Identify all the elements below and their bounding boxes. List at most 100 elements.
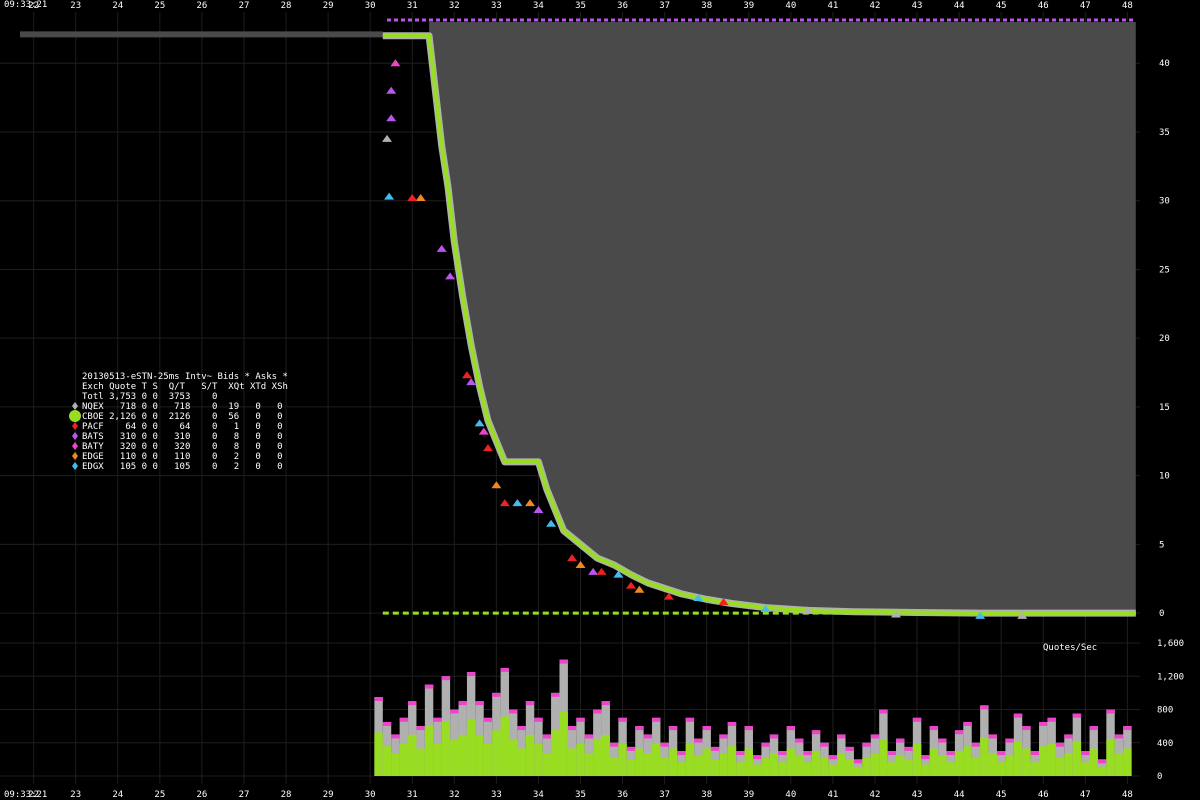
x-tick-label-bottom: 46	[1038, 790, 1049, 800]
x-tick-label-bottom: 25	[154, 790, 165, 800]
bar-cboe	[1055, 757, 1065, 776]
bar-baty	[626, 746, 636, 751]
bar-baty	[1047, 717, 1056, 722]
bar-baty	[929, 726, 939, 731]
bar-baty	[424, 684, 434, 689]
bar-baty	[1072, 713, 1082, 718]
x-tick-label-bottom: 47	[1080, 790, 1091, 800]
bar-cboe	[719, 753, 728, 776]
bar-baty	[408, 701, 417, 706]
bar-cboe	[912, 743, 922, 776]
x-tick-label-top: 25	[154, 1, 165, 11]
bar-cboe	[811, 750, 821, 776]
x-tick-label-bottom: 38	[701, 790, 712, 800]
bar-cboe	[466, 718, 476, 776]
bar-baty	[946, 751, 955, 756]
bar-cboe	[1081, 762, 1090, 776]
bar-cboe	[1030, 762, 1040, 776]
bar-baty	[719, 734, 728, 739]
bar-baty	[500, 667, 510, 672]
bar-cboe	[727, 746, 737, 776]
legend-swatch-edge	[72, 452, 78, 460]
bar-cboe	[475, 734, 484, 776]
bar-cboe	[399, 743, 409, 776]
bar-baty	[1081, 751, 1090, 756]
bar-baty	[534, 717, 543, 722]
y-tick-label-quotes: 0	[1157, 772, 1162, 782]
bar-baty	[374, 697, 383, 702]
y-axis-price: 0 5 10 15 20 25 30 35 40	[1159, 59, 1170, 619]
bar-baty	[710, 746, 720, 751]
bar-baty	[559, 659, 568, 664]
bar-cboe	[963, 746, 972, 776]
bar-baty	[988, 734, 997, 739]
x-tick-label-bottom: 23	[70, 790, 81, 800]
y-tick-label: 40	[1159, 59, 1170, 69]
marker-edge	[525, 499, 536, 507]
y-axis-quotes: 0 400 800 1,200 1,600	[1157, 639, 1184, 782]
marker-bats	[588, 567, 599, 575]
bar-baty	[601, 701, 610, 706]
x-tick-label-top: 40	[785, 1, 796, 11]
bar-baty	[921, 755, 930, 760]
bar-baty	[870, 734, 880, 739]
legend-swatch-cboe	[69, 410, 81, 422]
bar-baty	[761, 742, 770, 747]
bar-cboe	[845, 759, 854, 776]
x-tick-label-top: 26	[196, 1, 207, 11]
legend-header: Exch Quote T S Q/T S/T XQt XTd XSh	[82, 382, 288, 392]
bar-baty	[980, 705, 989, 710]
x-tick-label-bottom: 43	[912, 790, 923, 800]
legend-row-baty: BATY 320 0 0 320 0 8 0 0	[82, 442, 282, 452]
bar-baty	[509, 709, 518, 714]
bar-baty	[677, 751, 686, 756]
bar-baty	[433, 717, 442, 722]
y-tick-label-quotes: 400	[1157, 739, 1173, 749]
x-tick-label-top: 46	[1038, 1, 1049, 11]
x-tick-label-top: 38	[701, 1, 712, 11]
bar-baty	[795, 738, 804, 743]
x-tick-label-top: 43	[912, 1, 923, 11]
x-tick-label-top: 47	[1080, 1, 1091, 11]
x-tick-label-bottom: 35	[575, 790, 586, 800]
y-tick-label: 35	[1159, 128, 1170, 138]
x-tick-label-bottom: 33	[491, 790, 502, 800]
x-tick-label-top: 48	[1122, 1, 1133, 11]
marker-pacf	[499, 499, 510, 507]
x-tick-label-top: 44	[954, 1, 965, 11]
bar-cboe	[1039, 746, 1048, 776]
bar-baty	[752, 755, 762, 760]
bar-baty	[736, 751, 745, 756]
bar-baty	[744, 726, 753, 731]
x-tick-label-top: 24	[112, 1, 123, 11]
bar-cboe	[837, 753, 846, 776]
bar-cboe	[525, 734, 535, 776]
bar-cboe	[929, 748, 939, 776]
bar-cboe	[668, 748, 678, 776]
bar-baty	[853, 759, 863, 764]
marker-bats	[533, 506, 544, 514]
x-tick-label-bottom: 41	[827, 790, 838, 800]
bar-baty	[896, 738, 905, 743]
legend-row-cboe: CBOE 2,126 0 0 2126 0 56 0 0	[82, 412, 282, 422]
bar-cboe	[424, 725, 434, 776]
x-tick-label-top: 27	[239, 1, 250, 11]
bar-baty	[643, 734, 653, 739]
bar-baty	[1055, 742, 1065, 747]
bar-cboe	[1072, 741, 1082, 776]
bar-baty	[576, 717, 585, 722]
bar-cboe	[736, 762, 745, 776]
x-tick-label-top: 23	[70, 1, 81, 11]
bar-cboe	[896, 755, 905, 776]
bar-cboe	[862, 757, 871, 776]
bar-cboe	[483, 743, 493, 776]
bar-cboe	[450, 739, 459, 776]
bar-cboe	[1013, 741, 1023, 776]
x-tick-label-bottom: 28	[281, 790, 292, 800]
x-tick-label-top: 32	[449, 1, 460, 11]
bar-baty	[441, 676, 451, 681]
bar-baty	[963, 721, 972, 726]
marker-edgx	[512, 499, 523, 507]
bar-cboe	[795, 755, 804, 776]
marker-bats	[386, 114, 397, 122]
